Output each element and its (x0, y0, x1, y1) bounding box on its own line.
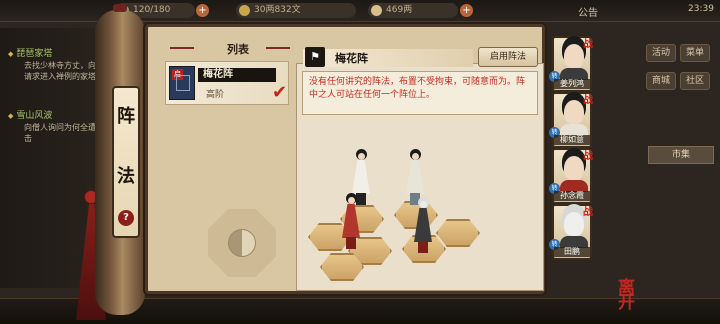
activity-button[interactable]: 活动 (646, 44, 676, 62)
tab-char: 阵 (117, 106, 135, 127)
team-member-name: 姜列鸿 (554, 79, 590, 89)
battle-mark: 战 (583, 39, 593, 50)
community-button[interactable]: 社区 (680, 72, 710, 90)
formation-item-grade: 高阶 (206, 90, 225, 100)
bagua-emblem (208, 209, 276, 277)
checkmark-icon: ✔ (272, 82, 288, 103)
formation-book-icon: 启 (169, 66, 195, 100)
quest-title[interactable]: 雪山风波 (8, 108, 52, 121)
ingots-display: 469两 (368, 3, 458, 18)
team-member-name: 孙念霞 (554, 191, 590, 201)
hero-figure[interactable] (410, 197, 436, 253)
list-header: 列表 (227, 43, 249, 56)
shop-button[interactable]: 商城 (646, 72, 676, 90)
battle-mark: 战 (583, 95, 593, 106)
formation-title-bar (303, 49, 473, 67)
add-stamina-button[interactable]: + (196, 4, 209, 17)
battle-mark: 战 (583, 151, 593, 162)
announcement-button[interactable]: 公告 (578, 4, 598, 19)
formation-title: 梅花阵 (335, 52, 368, 65)
formation-description: 没有任何讲究的阵法，布置不受拘束，可随意而为。阵中之人可站在任何一个阵位上。 (302, 71, 538, 115)
yin-yang-icon (228, 229, 256, 257)
tab-char: 法 (117, 166, 135, 187)
team-member-portrait[interactable]: 转 战 姜列鸿 (549, 36, 593, 92)
menu-button[interactable]: 菜单 (680, 44, 710, 62)
team-member-portrait[interactable]: 转 战 田鹏 (549, 204, 593, 260)
quest-title[interactable]: 琵琶家塔 (8, 46, 52, 59)
help-button[interactable]: ? (118, 210, 134, 226)
team-member-name: 田鹏 (554, 247, 590, 257)
team-member-portrait[interactable]: 转 战 柳如意 (549, 92, 593, 148)
hero-figure[interactable] (338, 193, 364, 249)
enabled-badge: 启 (172, 69, 183, 80)
team-member-portrait[interactable]: 转 战 孙念霞 (549, 148, 593, 204)
leave-button[interactable]: 离开 (612, 278, 637, 308)
battle-mark: 战 (583, 207, 593, 218)
flag-icon: ⚑ (305, 47, 325, 67)
add-ingots-button[interactable]: + (460, 4, 473, 17)
formation-item-name: 梅花阵 (198, 68, 276, 82)
formation-panel: 列表 启 梅花阵 高阶 ✔ ⚑ 梅花阵 启用阵法 没有任何讲究的阵法，布置不受拘… (145, 24, 545, 294)
team-member-name: 柳如意 (554, 135, 590, 145)
market-tab[interactable]: 市集 (648, 146, 714, 164)
formation-tab: 阵 法 ? (112, 86, 140, 238)
coins-display: 30两832文 (236, 3, 356, 18)
divider (266, 47, 290, 49)
formation-list-item[interactable]: 启 梅花阵 高阶 ✔ (165, 61, 289, 105)
quest-desc: 向僧人询问为何全遭袭击 (24, 123, 104, 143)
quest-desc: 去找少林寺方丈，向其请求进入禅例的家塔 (24, 61, 104, 81)
clock: 23:39 (688, 4, 714, 14)
enable-formation-button[interactable]: 启用阵法 (478, 47, 538, 67)
